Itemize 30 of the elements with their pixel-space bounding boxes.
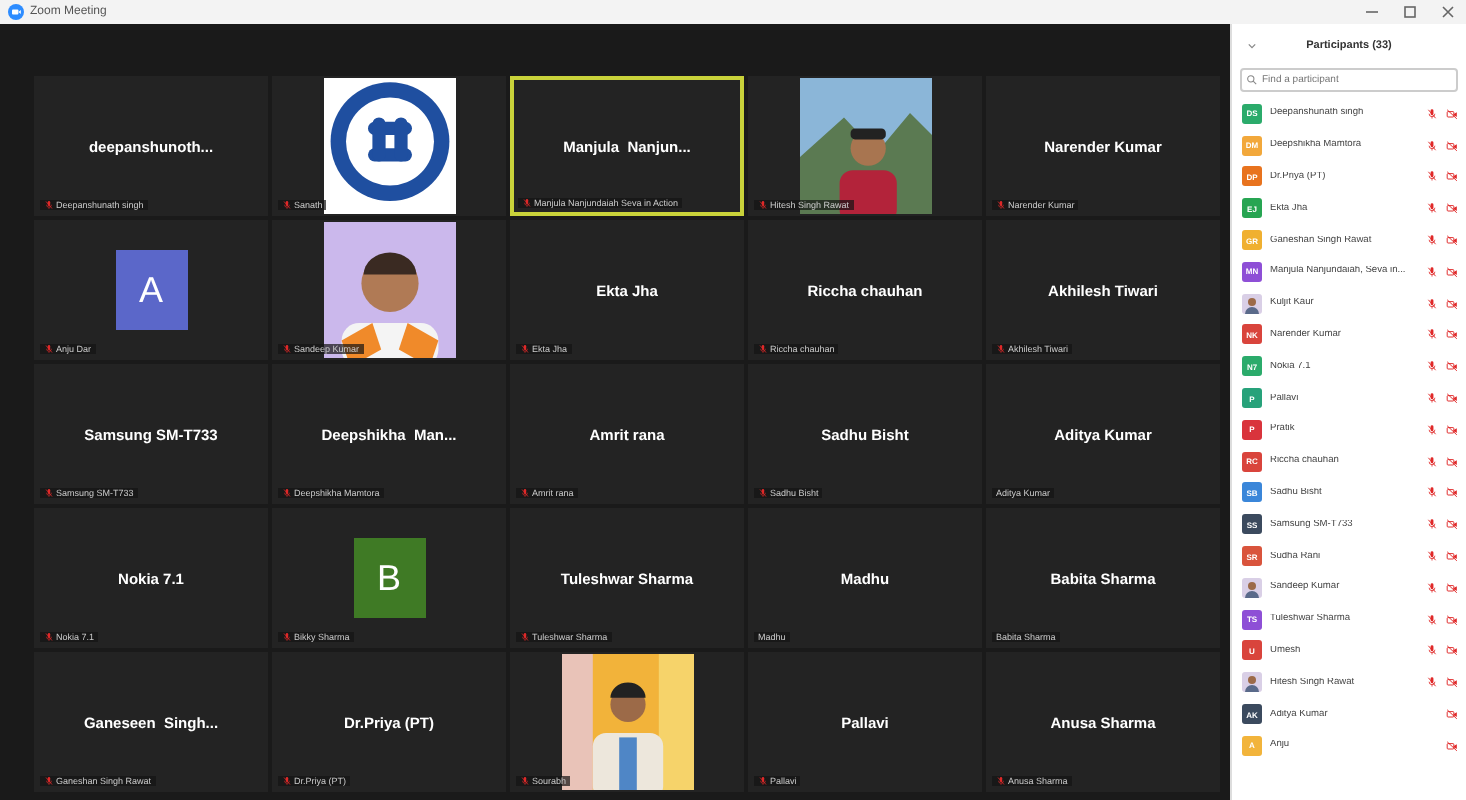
video-off-icon	[1446, 234, 1458, 247]
video-off-icon	[1446, 297, 1458, 310]
video-off-icon	[1446, 360, 1458, 373]
video-off-icon	[1446, 107, 1458, 120]
video-off-icon	[1446, 613, 1458, 626]
video-off-icon	[1446, 328, 1458, 341]
search-icon	[1246, 74, 1258, 86]
video-off-icon	[1446, 392, 1458, 405]
video-off-icon	[1446, 455, 1458, 468]
avatar-icon	[1242, 293, 1262, 314]
avatar-initial: B	[353, 538, 425, 618]
video-off-icon	[1446, 170, 1458, 183]
video-off-icon	[1446, 550, 1458, 563]
video-off-icon	[1446, 708, 1458, 721]
avatar-icon	[1242, 672, 1262, 693]
maximize-icon[interactable]	[1400, 2, 1420, 22]
avatar-icon	[1242, 577, 1262, 598]
video-off-icon	[1446, 581, 1458, 594]
video-off-icon	[1446, 139, 1458, 152]
video-off-icon	[1446, 518, 1458, 531]
video-off-icon	[1446, 265, 1458, 278]
close-icon[interactable]	[1438, 2, 1458, 22]
collapse-icon[interactable]	[1244, 38, 1260, 54]
video-off-icon	[1446, 423, 1458, 436]
avatar-initial: A	[115, 250, 187, 330]
video-off-icon	[1446, 486, 1458, 499]
video-off-icon	[1446, 676, 1458, 689]
video-off-icon	[1446, 202, 1458, 215]
video-off-icon	[1446, 739, 1458, 752]
video-off-icon	[1446, 644, 1458, 657]
